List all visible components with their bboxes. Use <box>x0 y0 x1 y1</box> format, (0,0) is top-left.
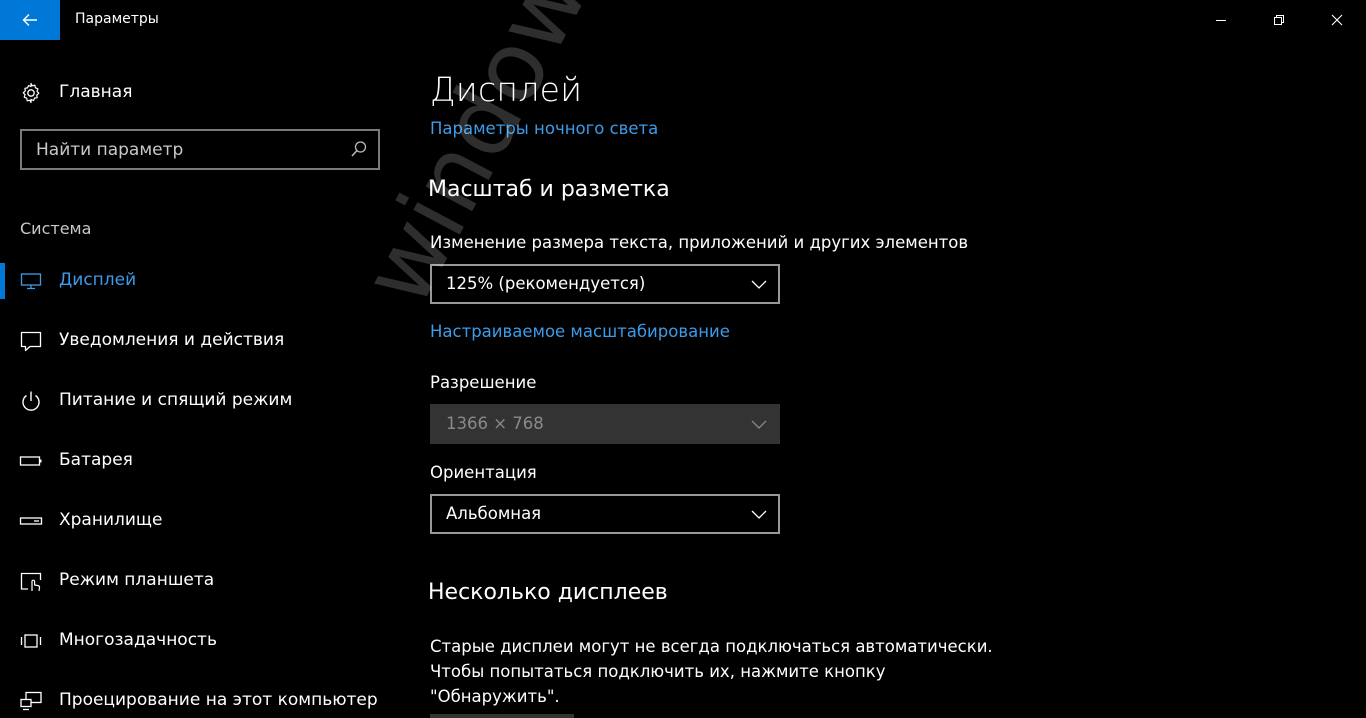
title-bar: Параметры <box>0 0 1366 40</box>
search-icon[interactable] <box>350 140 368 158</box>
scale-dropdown[interactable]: 125% (рекомендуется) <box>430 264 780 304</box>
sidebar-item-notifications[interactable]: Уведомления и действия <box>0 319 400 363</box>
multiple-displays-description: Старые дисплеи могут не всегда подключат… <box>430 634 1030 709</box>
section-label: Система <box>20 219 92 238</box>
description-line: Старые дисплеи могут не всегда подключат… <box>430 637 993 656</box>
scale-label: Изменение размера текста, приложений и д… <box>430 233 969 252</box>
sidebar-item-storage[interactable]: Хранилище <box>0 499 400 543</box>
custom-scaling-link[interactable]: Настраиваемое масштабирование <box>430 322 730 341</box>
restore-icon <box>1274 15 1284 25</box>
page-title: Дисплей <box>430 70 583 109</box>
minimize-button[interactable] <box>1198 0 1244 40</box>
power-icon <box>22 391 40 411</box>
minimize-icon <box>1216 20 1226 21</box>
sidebar-item-display[interactable]: Дисплей <box>0 259 400 303</box>
sidebar-item-label: Режим планшета <box>59 570 215 590</box>
chevron-down-icon <box>751 420 767 429</box>
home-link[interactable]: Главная <box>0 72 400 112</box>
resolution-dropdown[interactable]: 1366 × 768 <box>430 404 780 444</box>
back-arrow-icon <box>22 14 37 26</box>
resolution-value: 1366 × 768 <box>446 414 544 433</box>
sidebar-item-projecting[interactable]: Проецирование на этот компьютер <box>0 679 400 718</box>
active-indicator <box>0 263 5 299</box>
resolution-label: Разрешение <box>430 373 537 392</box>
back-button[interactable] <box>0 0 60 40</box>
tablet-mode-icon <box>20 572 42 592</box>
sidebar-item-tablet-mode[interactable]: Режим планшета <box>0 559 400 603</box>
multitasking-icon <box>20 634 42 648</box>
sidebar-item-power[interactable]: Питание и спящий режим <box>0 379 400 423</box>
sidebar-item-label: Хранилище <box>59 510 163 530</box>
chevron-down-icon <box>751 510 767 519</box>
description-line: "Обнаружить". <box>430 687 560 706</box>
notifications-icon <box>20 331 42 352</box>
scale-value: 125% (рекомендуется) <box>446 274 646 293</box>
detect-button[interactable] <box>430 714 574 718</box>
sidebar-item-label: Дисплей <box>59 270 137 290</box>
projecting-icon <box>20 691 42 711</box>
app-title: Параметры <box>75 11 159 27</box>
sidebar: Главная Система Дисплей Уведомления и де… <box>0 40 400 718</box>
storage-icon <box>19 517 43 525</box>
scale-layout-heading: Масштаб и разметка <box>428 177 670 202</box>
restore-button[interactable] <box>1256 0 1302 40</box>
settings-window: Параметры Главная Найти параметр Система… <box>0 0 1366 718</box>
orientation-value: Альбомная <box>446 504 542 523</box>
display-icon <box>20 273 42 290</box>
description-line: Чтобы попытаться подключить их, нажмите … <box>430 662 886 681</box>
orientation-dropdown[interactable]: Альбомная <box>430 494 780 534</box>
sidebar-item-label: Питание и спящий режим <box>59 390 293 410</box>
sidebar-item-label: Уведомления и действия <box>59 330 285 350</box>
close-button[interactable] <box>1314 0 1360 40</box>
sidebar-item-multitasking[interactable]: Многозадачность <box>0 619 400 663</box>
battery-icon <box>19 456 42 466</box>
sidebar-item-label: Многозадачность <box>59 630 217 650</box>
search-box[interactable] <box>20 129 380 170</box>
home-label: Главная <box>59 82 133 102</box>
close-icon <box>1331 14 1343 26</box>
night-light-settings-link[interactable]: Параметры ночного света <box>430 119 658 138</box>
orientation-label: Ориентация <box>430 463 537 482</box>
sidebar-item-label: Батарея <box>59 450 133 470</box>
chevron-down-icon <box>751 280 767 289</box>
sidebar-item-label: Проецирование на этот компьютер <box>59 690 378 710</box>
gear-icon <box>22 82 40 104</box>
main-content: Дисплей Параметры ночного света Масштаб … <box>428 40 1366 718</box>
search-input[interactable] <box>22 131 342 168</box>
multiple-displays-heading: Несколько дисплеев <box>428 580 668 605</box>
sidebar-item-battery[interactable]: Батарея <box>0 439 400 483</box>
